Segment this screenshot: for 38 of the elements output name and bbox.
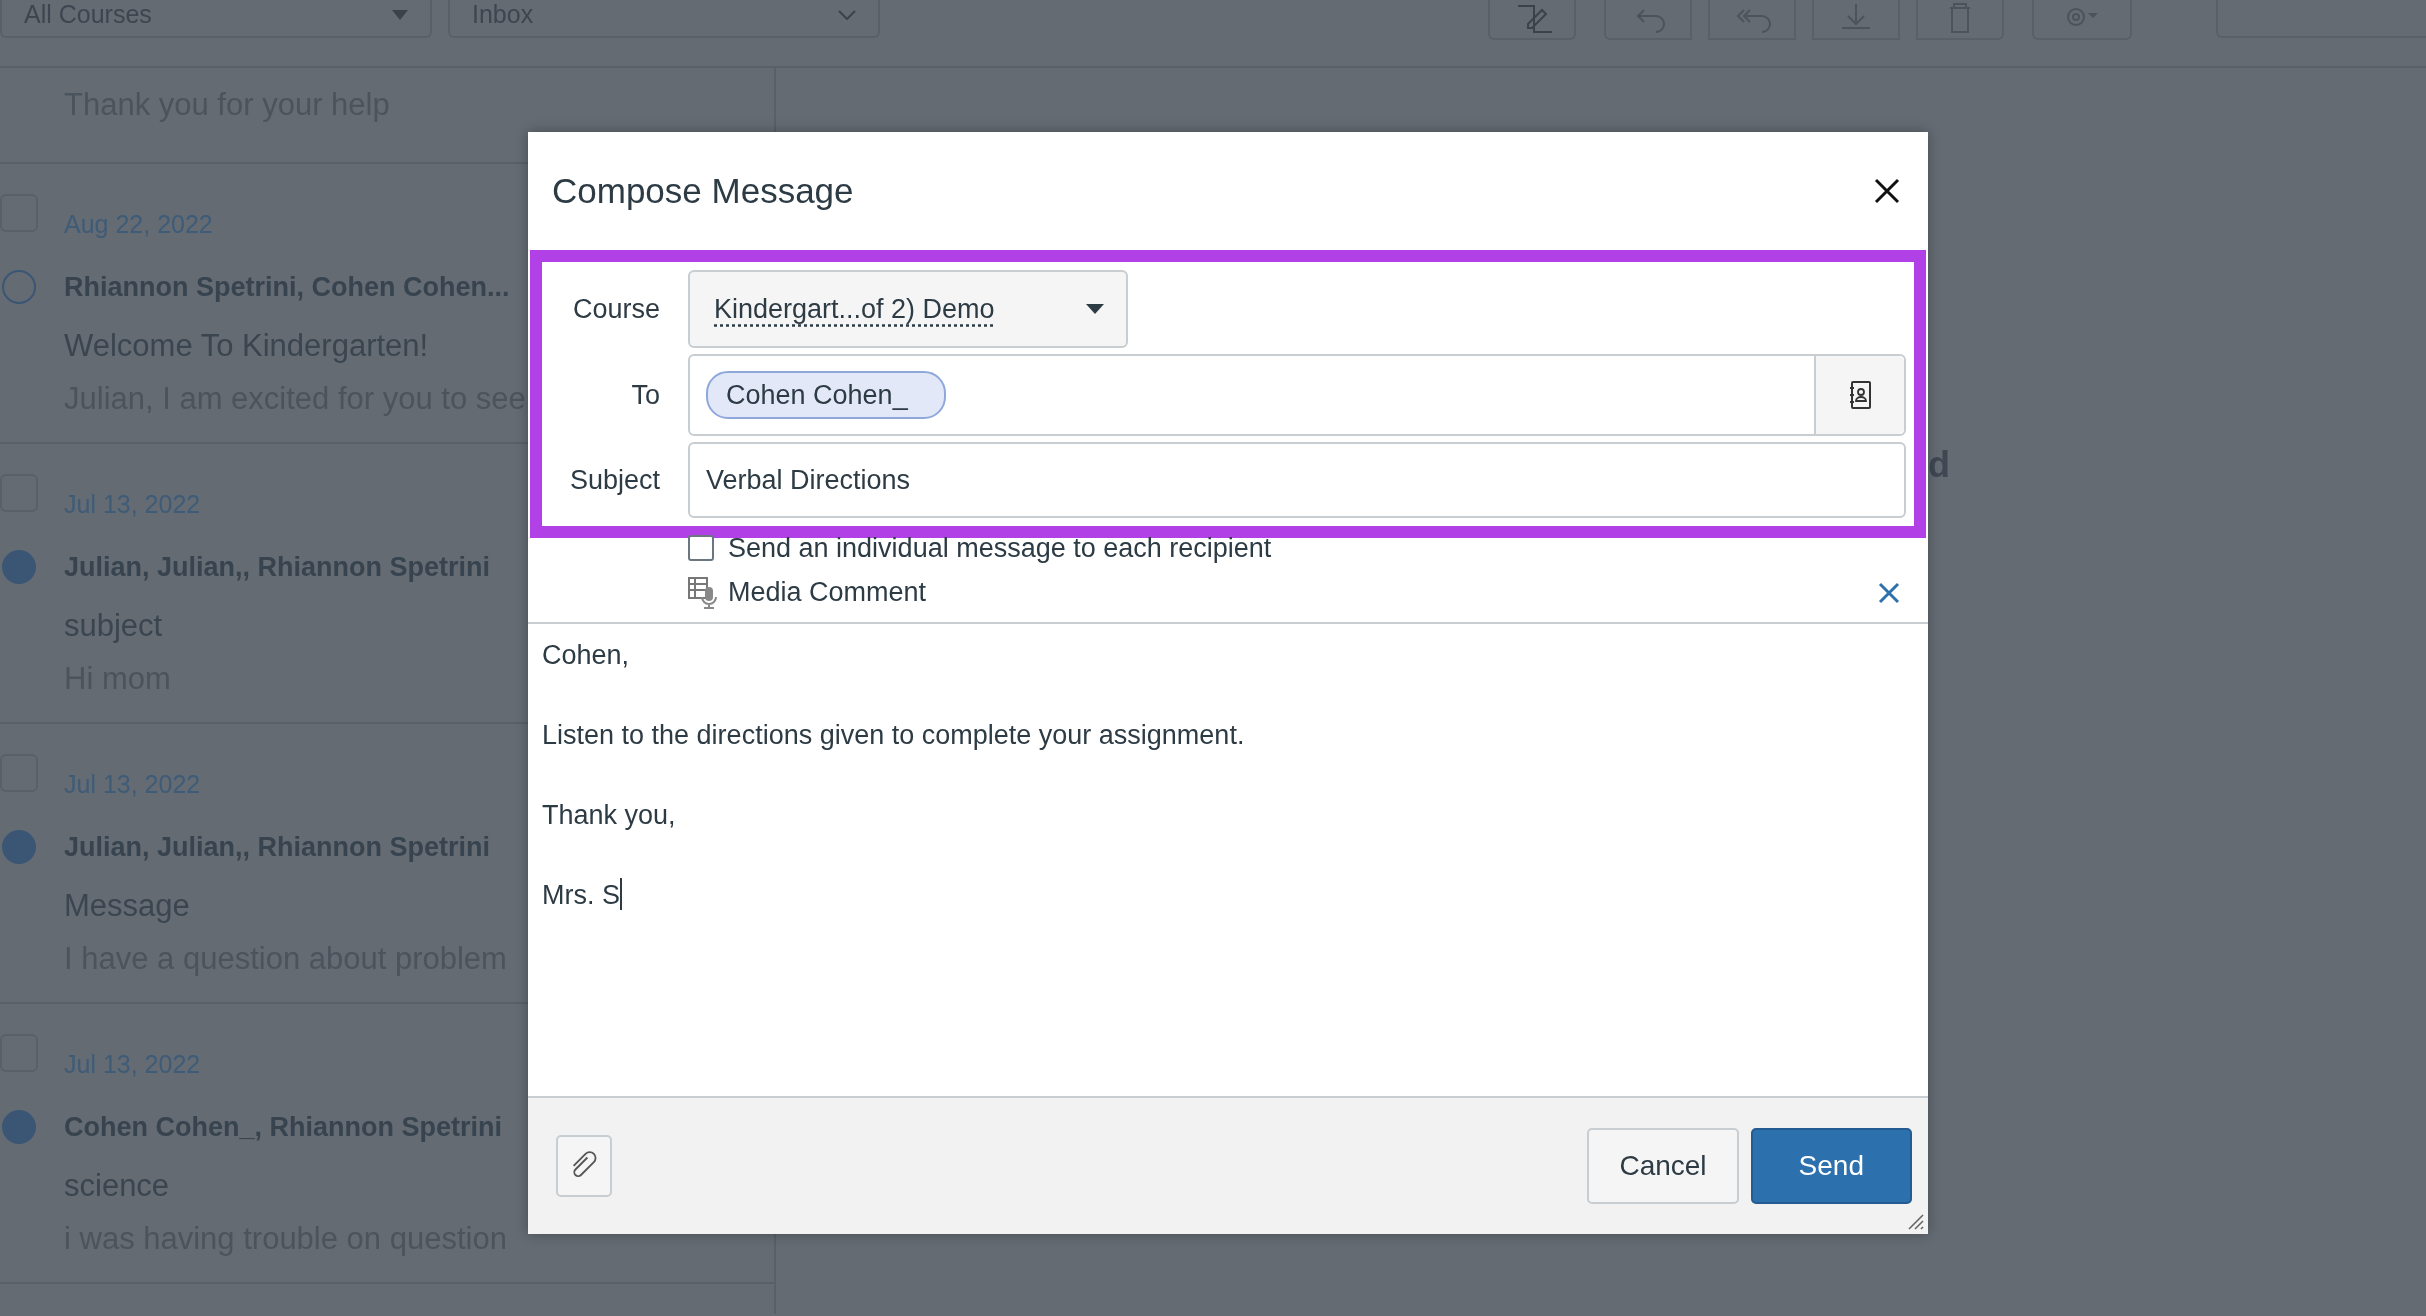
subject-field[interactable]: Verbal Directions (688, 442, 1906, 518)
reply-button[interactable] (1604, 0, 1692, 40)
trash-button[interactable] (1916, 0, 2004, 40)
media-comment-label: Media Comment (728, 575, 927, 609)
download-button[interactable] (1812, 0, 1900, 40)
checkbox[interactable] (688, 535, 714, 561)
address-book-button[interactable] (1814, 356, 1904, 434)
compose-button[interactable] (1488, 0, 1576, 40)
read-circle[interactable] (2, 270, 36, 304)
message-line: Mrs. S (542, 878, 623, 912)
dialog-title: Compose Message (552, 169, 854, 212)
field-label: Course (571, 292, 661, 326)
chevron-down-icon (838, 10, 856, 20)
close-icon (1878, 581, 1900, 604)
course-select[interactable]: Kindergart...of 2) Demo (688, 270, 1128, 348)
field-label: Subject (568, 463, 661, 497)
attach-button[interactable] (556, 1135, 612, 1197)
message-line: Listen to the directions given to complete your assignment. (542, 719, 1246, 752)
caret-icon (392, 10, 408, 20)
close-icon (1874, 178, 1900, 204)
cancel-button[interactable]: Cancel (1587, 1128, 1739, 1204)
message-line: Cohen, (542, 639, 631, 672)
caret-icon (1086, 304, 1104, 314)
reply-all-button[interactable] (1708, 0, 1796, 40)
film-microphone-icon (688, 575, 718, 609)
field-label: To (630, 378, 661, 412)
checkbox-label: Send an individual message to each recipient (728, 531, 1272, 565)
to-field[interactable]: Cohen Cohen_ (688, 354, 1906, 436)
address-book-icon (1849, 381, 1871, 409)
recipient-token[interactable]: Cohen Cohen_ (706, 370, 946, 420)
send-button[interactable]: Send (1750, 1128, 1912, 1204)
unread-dot[interactable] (2, 1110, 36, 1144)
unread-dot[interactable] (2, 830, 36, 864)
settings-button[interactable] (2032, 0, 2132, 40)
message-line: Thank you, (542, 799, 677, 832)
unread-dot[interactable] (2, 550, 36, 584)
settings-icon (2066, 7, 2098, 27)
text-cursor (620, 878, 622, 910)
